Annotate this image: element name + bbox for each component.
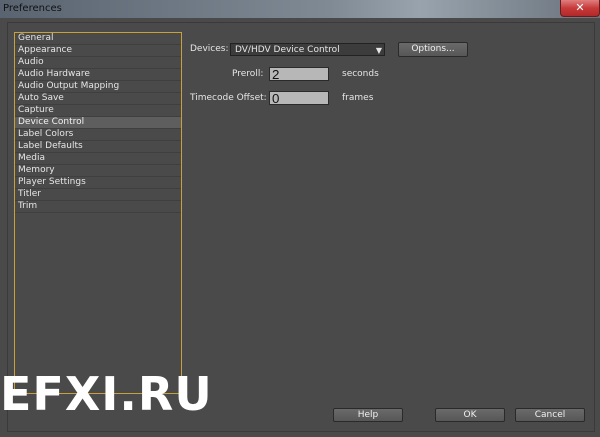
help-button[interactable]: Help: [333, 408, 403, 422]
device-control-panel: Devices: DV/HDV Device Control ▼ Options…: [190, 23, 590, 143]
sidebar-item-auto-save[interactable]: Auto Save: [15, 93, 181, 105]
sidebar-item-device-control[interactable]: Device Control: [15, 117, 181, 129]
preroll-unit: seconds: [342, 69, 379, 79]
sidebar-item-audio[interactable]: Audio: [15, 57, 181, 69]
ok-button[interactable]: OK: [435, 408, 505, 422]
timecode-offset-label: Timecode Offset:: [190, 93, 267, 103]
timecode-offset-unit: frames: [342, 93, 374, 103]
sidebar-item-label-colors[interactable]: Label Colors: [15, 129, 181, 141]
sidebar-item-appearance[interactable]: Appearance: [15, 45, 181, 57]
preroll-input[interactable]: [269, 67, 329, 81]
window-title: Preferences: [3, 3, 62, 14]
preroll-label: Preroll:: [232, 69, 264, 79]
sidebar-item-titler[interactable]: Titler: [15, 189, 181, 201]
sidebar-item-trim[interactable]: Trim: [15, 201, 181, 213]
sidebar-item-general[interactable]: General: [15, 33, 181, 45]
options-button[interactable]: Options...: [398, 42, 468, 57]
preferences-window: Preferences ✕ General Appearance Audio A…: [0, 0, 600, 437]
sidebar-item-player-settings[interactable]: Player Settings: [15, 177, 181, 189]
devices-dropdown[interactable]: DV/HDV Device Control ▼: [230, 43, 385, 56]
sidebar-item-audio-output-mapping[interactable]: Audio Output Mapping: [15, 81, 181, 93]
sidebar-item-memory[interactable]: Memory: [15, 165, 181, 177]
sidebar-item-audio-hardware[interactable]: Audio Hardware: [15, 69, 181, 81]
watermark-text: EFXI.RU: [0, 367, 213, 421]
devices-value: DV/HDV Device Control: [235, 45, 340, 55]
cancel-button[interactable]: Cancel: [515, 408, 585, 422]
title-bar: Preferences ✕: [0, 0, 600, 18]
sidebar-item-media[interactable]: Media: [15, 153, 181, 165]
close-icon: ✕: [575, 1, 585, 14]
sidebar-item-label-defaults[interactable]: Label Defaults: [15, 141, 181, 153]
chevron-down-icon: ▼: [375, 46, 382, 55]
category-list: General Appearance Audio Audio Hardware …: [14, 32, 182, 394]
close-button[interactable]: ✕: [560, 0, 600, 17]
devices-label: Devices:: [190, 44, 229, 54]
sidebar-item-capture[interactable]: Capture: [15, 105, 181, 117]
timecode-offset-input[interactable]: [269, 91, 329, 105]
